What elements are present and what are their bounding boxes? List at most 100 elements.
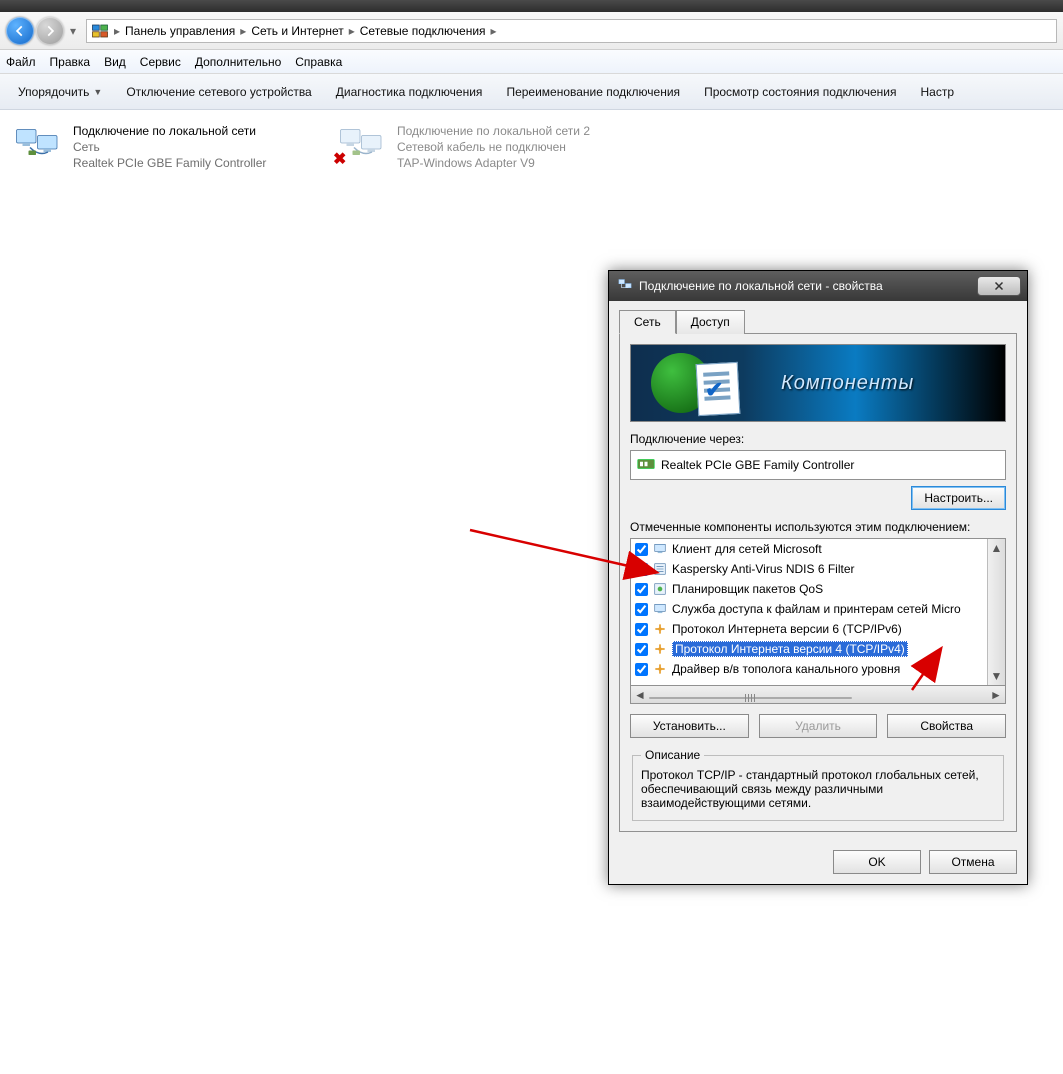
dialog-tabs: Сеть Доступ [619, 309, 1017, 333]
chevron-right-icon: ▸ [113, 24, 121, 38]
component-checkbox[interactable] [635, 663, 648, 676]
dialog-titlebar[interactable]: Подключение по локальной сети - свойства [609, 271, 1027, 301]
scroll-down-icon[interactable]: ▼ [988, 667, 1005, 685]
component-checkbox[interactable] [635, 643, 648, 656]
adapter-status: Сетевой кабель не подключен [397, 139, 590, 155]
vertical-scrollbar[interactable]: ▲ ▼ [987, 539, 1005, 685]
toolbar-disable-device[interactable]: Отключение сетевого устройства [114, 74, 323, 110]
component-checkbox[interactable] [635, 583, 648, 596]
menu-tools[interactable]: Сервис [140, 55, 181, 69]
component-row[interactable]: Протокол Интернета версии 6 (TCP/IPv6) [631, 619, 987, 639]
component-row[interactable]: Клиент для сетей Microsoft [631, 539, 987, 559]
connect-via-label: Подключение через: [630, 432, 1006, 446]
scroll-left-icon[interactable]: ◄ [631, 688, 649, 702]
fileshare-icon [652, 601, 668, 617]
component-label: Драйвер в/в тополога канального уровня [672, 662, 900, 676]
scroll-right-icon[interactable]: ► [987, 688, 1005, 702]
component-row[interactable]: Kaspersky Anti-Virus NDIS 6 Filter [631, 559, 987, 579]
network-icon [617, 277, 633, 296]
nic-icon [637, 457, 655, 474]
component-checkbox[interactable] [635, 543, 648, 556]
crumb-network-connections[interactable]: Сетевые подключения [360, 24, 486, 38]
window-chrome-strip [0, 0, 1063, 12]
filter-icon [652, 561, 668, 577]
install-button[interactable]: Установить... [630, 714, 749, 738]
description-legend: Описание [641, 748, 704, 762]
qos-icon [652, 581, 668, 597]
menu-edit[interactable]: Правка [50, 55, 91, 69]
adapter-name: Подключение по локальной сети [73, 123, 266, 139]
component-label: Протокол Интернета версии 6 (TCP/IPv6) [672, 622, 902, 636]
components-banner: ✔ Компоненты [630, 344, 1006, 422]
content-area: Подключение по локальной сети Сеть Realt… [0, 110, 1063, 960]
dialog-close-button[interactable] [977, 276, 1021, 296]
toolbar-rename[interactable]: Переименование подключения [494, 74, 692, 110]
network-adapter-icon [15, 123, 63, 163]
component-row[interactable]: Служба доступа к файлам и принтерам сете… [631, 599, 987, 619]
error-x-icon: ✖ [333, 149, 346, 169]
chevron-right-icon: ▸ [239, 24, 247, 38]
navigation-bar: ▾ ▸ Панель управления ▸ Сеть и Интернет … [0, 12, 1063, 50]
nav-back-button[interactable] [6, 17, 34, 45]
menu-view[interactable]: Вид [104, 55, 126, 69]
network-adapter-disconnected-icon: ✖ [339, 123, 387, 163]
adapter-lan-2[interactable]: ✖ Подключение по локальной сети 2 Сетево… [334, 118, 634, 177]
adapter-lan-1[interactable]: Подключение по локальной сети Сеть Realt… [10, 118, 310, 177]
cancel-button[interactable]: Отмена [929, 850, 1017, 874]
control-panel-icon [91, 22, 109, 40]
component-row-selected[interactable]: Протокол Интернета версии 4 (TCP/IPv4) [631, 639, 987, 659]
toolbar-more[interactable]: Настр [909, 74, 967, 110]
dialog-title: Подключение по локальной сети - свойства [639, 279, 971, 293]
component-label: Клиент для сетей Microsoft [672, 542, 822, 556]
toolbar-organize[interactable]: Упорядочить▼ [6, 74, 114, 110]
configure-button[interactable]: Настроить... [911, 486, 1006, 510]
check-icon: ✔ [705, 377, 723, 403]
properties-button[interactable]: Свойства [887, 714, 1006, 738]
component-label: Kaspersky Anti-Virus NDIS 6 Filter [672, 562, 855, 576]
device-field[interactable]: Realtek PCIe GBE Family Controller [630, 450, 1006, 480]
component-checkbox[interactable] [635, 623, 648, 636]
component-label: Служба доступа к файлам и принтерам сете… [672, 602, 961, 616]
menu-help[interactable]: Справка [295, 55, 342, 69]
ok-button[interactable]: OK [833, 850, 921, 874]
crumb-control-panel[interactable]: Панель управления [125, 24, 235, 38]
horizontal-scrollbar[interactable]: ◄ ► [630, 686, 1006, 704]
adapter-name: Подключение по локальной сети 2 [397, 123, 590, 139]
component-row[interactable]: Планировщик пакетов QoS [631, 579, 987, 599]
connection-properties-dialog: Подключение по локальной сети - свойства… [608, 270, 1028, 885]
toolbar-view-status[interactable]: Просмотр состояния подключения [692, 74, 908, 110]
driver-icon [652, 661, 668, 677]
chevron-right-icon: ▸ [490, 24, 498, 38]
chevron-right-icon: ▸ [348, 24, 356, 38]
adapter-device: TAP-Windows Adapter V9 [397, 155, 590, 171]
adapter-status: Сеть [73, 139, 266, 155]
description-group: Описание Протокол TCP/IP - стандартный п… [632, 748, 1004, 821]
remove-button: Удалить [759, 714, 878, 738]
component-label: Протокол Интернета версии 4 (TCP/IPv4) [672, 641, 908, 657]
component-checkbox[interactable] [635, 603, 648, 616]
nav-history-dropdown[interactable]: ▾ [66, 17, 80, 45]
toolbar-diagnose[interactable]: Диагностика подключения [324, 74, 495, 110]
component-row[interactable]: Драйвер в/в тополога канального уровня [631, 659, 987, 679]
protocol-icon [652, 621, 668, 637]
menu-advanced[interactable]: Дополнительно [195, 55, 281, 69]
scroll-up-icon[interactable]: ▲ [988, 539, 1005, 557]
component-label: Планировщик пакетов QoS [672, 582, 823, 596]
crumb-network-internet[interactable]: Сеть и Интернет [251, 24, 343, 38]
menu-file[interactable]: Файл [6, 55, 36, 69]
device-name: Realtek PCIe GBE Family Controller [661, 458, 854, 472]
breadcrumb[interactable]: ▸ Панель управления ▸ Сеть и Интернет ▸ … [86, 19, 1057, 43]
component-checkbox[interactable] [635, 563, 648, 576]
tab-access[interactable]: Доступ [676, 310, 745, 334]
components-used-label: Отмеченные компоненты используются этим … [630, 520, 1006, 534]
protocol-icon [652, 641, 668, 657]
toolbar: Упорядочить▼ Отключение сетевого устройс… [0, 74, 1063, 110]
description-text: Протокол TCP/IP - стандартный протокол г… [641, 768, 995, 810]
menu-bar: Файл Правка Вид Сервис Дополнительно Спр… [0, 50, 1063, 74]
components-listbox[interactable]: Клиент для сетей Microsoft Kaspersky Ant… [630, 538, 1006, 686]
client-icon [652, 541, 668, 557]
nav-forward-button[interactable] [36, 17, 64, 45]
banner-text: Компоненты [781, 372, 914, 395]
tab-network[interactable]: Сеть [619, 310, 676, 334]
adapter-device: Realtek PCIe GBE Family Controller [73, 155, 266, 171]
